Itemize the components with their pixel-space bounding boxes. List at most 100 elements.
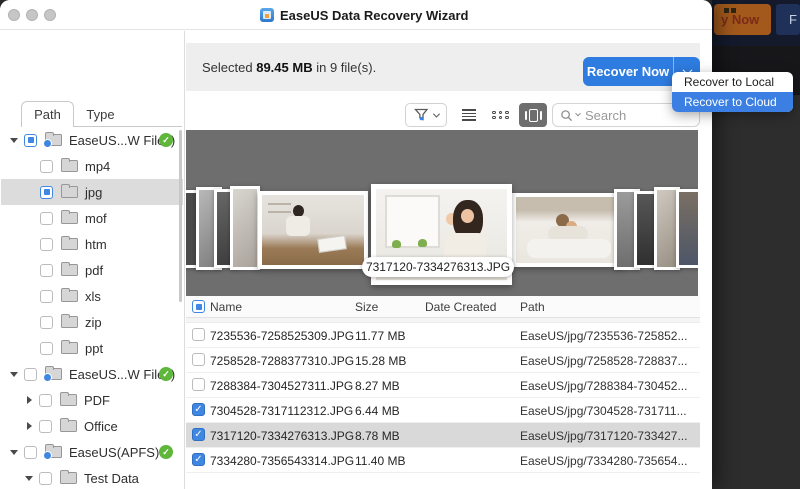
row-checkbox-unchecked[interactable] — [192, 353, 205, 366]
checkbox-unchecked[interactable] — [40, 342, 53, 355]
checkbox-unchecked[interactable] — [40, 316, 53, 329]
checkbox-unchecked[interactable] — [39, 394, 52, 407]
photo-office-scene — [262, 195, 364, 265]
window-title: EaseUS Data Recovery Wizard — [280, 8, 468, 23]
row-checkbox-checked[interactable] — [192, 428, 205, 441]
chevron-expanded-icon[interactable] — [9, 372, 19, 377]
screen: y Now F EaseUS Data Recovery Wizard Home — [0, 0, 800, 489]
background-decoration — [724, 0, 740, 6]
tree-item-jpg[interactable]: jpg — [1, 179, 183, 205]
table-row-selected[interactable]: 7317120-7334276313.JPG 8.78 MB EaseUS/jp… — [186, 423, 700, 448]
table-row[interactable]: 7288384-7304527311.JPG 8.27 MB EaseUS/jp… — [186, 373, 700, 398]
tree-item-label: PDF — [84, 393, 110, 408]
app-icon — [260, 8, 274, 22]
checkbox-unchecked[interactable] — [40, 160, 53, 173]
recover-now-label[interactable]: Recover Now — [583, 57, 674, 86]
chevron-expanded-icon[interactable] — [9, 450, 19, 455]
drive-folder-icon — [45, 368, 62, 380]
photo-thumbnail[interactable] — [512, 193, 625, 267]
tree-item-mp4[interactable]: mp4 — [1, 153, 183, 179]
file-path: EaseUS/jpg/7317120-733427... — [520, 429, 698, 443]
file-name: 7288384-7304527311.JPG — [210, 379, 353, 393]
drive-folder-icon — [45, 446, 62, 458]
checkbox-unchecked[interactable] — [24, 446, 37, 459]
row-checkbox-checked[interactable] — [192, 453, 205, 466]
checkbox-unchecked[interactable] — [40, 212, 53, 225]
window-minimize-button[interactable] — [26, 9, 38, 21]
view-preview-button-active[interactable] — [519, 103, 547, 127]
table-row[interactable]: 7258528-7288377310.JPG 15.28 MB EaseUS/j… — [186, 348, 700, 373]
sidebar-scrollbar[interactable] — [179, 130, 182, 302]
background-partial-button[interactable]: F — [776, 4, 800, 35]
background-page-body — [712, 95, 800, 489]
photo-thumbnail[interactable] — [230, 186, 260, 270]
file-path: EaseUS/jpg/7235536-725852... — [520, 329, 698, 343]
filter-button[interactable] — [405, 103, 447, 127]
tree-item-test-data[interactable]: Test Data — [1, 465, 183, 489]
tree-item-easeus-raw-files-1[interactable]: EaseUS...W Files) — [1, 127, 183, 153]
folder-icon — [61, 186, 78, 198]
column-header-name[interactable]: Name — [210, 300, 242, 314]
tree-item-office[interactable]: Office — [1, 413, 183, 439]
tree-item-mof[interactable]: mof — [1, 205, 183, 231]
scan-complete-badge-icon — [159, 133, 173, 147]
search-scope-chevron-icon[interactable] — [575, 111, 581, 117]
row-checkbox-unchecked[interactable] — [192, 378, 205, 391]
scan-complete-badge-icon — [159, 445, 173, 459]
filter-funnel-icon — [414, 108, 429, 122]
checkbox-unchecked[interactable] — [39, 472, 52, 485]
menu-item-recover-to-local[interactable]: Recover to Local — [672, 72, 793, 92]
checkbox-unchecked[interactable] — [39, 420, 52, 433]
column-header-date-created[interactable]: Date Created — [425, 300, 496, 314]
window-zoom-button[interactable] — [44, 9, 56, 21]
checkbox-unchecked[interactable] — [40, 264, 53, 277]
title-bar: EaseUS Data Recovery Wizard — [0, 0, 712, 30]
window-close-button[interactable] — [8, 9, 20, 21]
preview-view-icon — [525, 109, 542, 122]
background-buy-now-button[interactable]: y Now — [714, 4, 771, 35]
photo-carousel[interactable]: 7317120-7334276313.JPG — [186, 130, 698, 296]
view-grid-button[interactable] — [487, 103, 515, 127]
tree-item-label: EaseUS(APFS) — [69, 445, 159, 460]
folder-icon — [60, 394, 77, 406]
recover-dropdown-menu: Recover to Local Recover to Cloud — [672, 72, 793, 112]
view-list-button[interactable] — [455, 103, 483, 127]
checkbox-partial[interactable] — [40, 186, 53, 199]
chevron-expanded-icon[interactable] — [9, 138, 19, 143]
photo-thumbnail[interactable] — [258, 191, 368, 269]
menu-item-recover-to-cloud[interactable]: Recover to Cloud — [672, 92, 793, 112]
checkbox-partial[interactable] — [24, 134, 37, 147]
row-checkbox-checked[interactable] — [192, 403, 205, 416]
table-header[interactable]: Name Size Date Created Path — [186, 296, 700, 318]
file-name: 7304528-7317112312.JPG — [210, 404, 353, 418]
file-name: 7334280-7356543314.JPG — [210, 454, 354, 468]
chevron-collapsed-icon[interactable] — [24, 422, 34, 430]
tree-item-xls[interactable]: xls — [1, 283, 183, 309]
chevron-collapsed-icon[interactable] — [24, 396, 34, 404]
tree-item-pdf-folder[interactable]: PDF — [1, 387, 183, 413]
tab-path[interactable]: Path — [21, 101, 74, 127]
column-header-path[interactable]: Path — [520, 300, 545, 314]
column-header-size[interactable]: Size — [355, 300, 378, 314]
table-row[interactable]: 7235536-7258525309.JPG 11.77 MB EaseUS/j… — [186, 323, 700, 348]
tree-item-pdf-ext[interactable]: pdf — [1, 257, 183, 283]
checkbox-unchecked[interactable] — [24, 368, 37, 381]
file-size: 15.28 MB — [355, 354, 406, 368]
checkbox-unchecked[interactable] — [40, 238, 53, 251]
folder-icon — [61, 238, 78, 250]
select-all-checkbox[interactable] — [192, 300, 205, 313]
table-row[interactable]: 7304528-7317112312.JPG 6.44 MB EaseUS/jp… — [186, 398, 700, 423]
tree-item-zip[interactable]: zip — [1, 309, 183, 335]
tree-item-easeus-raw-files-2[interactable]: EaseUS...W Files) — [1, 361, 183, 387]
photo-thumbnail[interactable] — [676, 189, 698, 268]
tab-type[interactable]: Type — [74, 101, 127, 127]
tree-item-ppt[interactable]: ppt — [1, 335, 183, 361]
chevron-down-icon — [432, 110, 439, 117]
file-name: 7258528-7288377310.JPG — [210, 354, 354, 368]
table-row[interactable]: 7334280-7356543314.JPG 11.40 MB EaseUS/j… — [186, 448, 700, 473]
tree-item-htm[interactable]: htm — [1, 231, 183, 257]
row-checkbox-unchecked[interactable] — [192, 328, 205, 341]
chevron-expanded-icon[interactable] — [24, 476, 34, 481]
checkbox-unchecked[interactable] — [40, 290, 53, 303]
tree-item-easeus-apfs[interactable]: EaseUS(APFS) — [1, 439, 183, 465]
